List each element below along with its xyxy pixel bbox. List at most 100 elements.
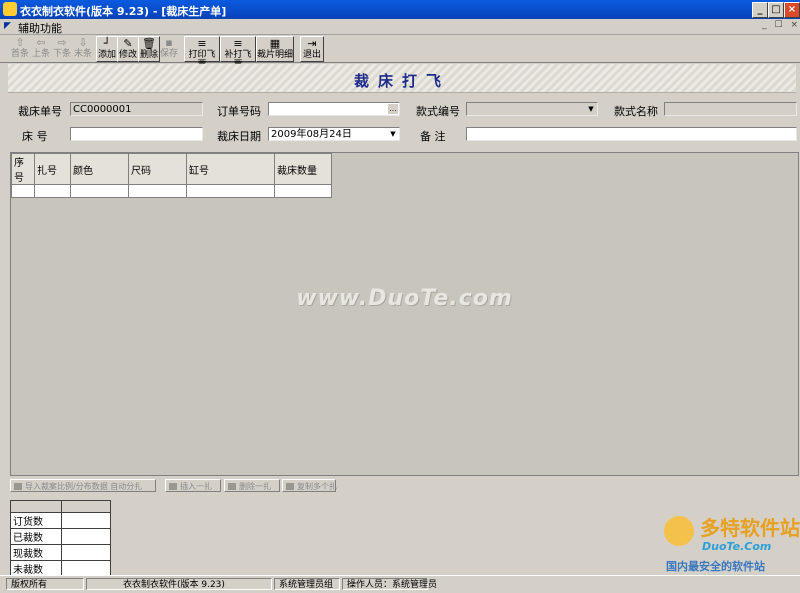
first-record-button[interactable]: ⇧ 首条: [10, 36, 30, 60]
site-logo: 多特软件站 DuoTe.Com 国内最安全的软件站: [660, 510, 800, 574]
down-arrow-icon: ⇩: [78, 36, 88, 49]
delete-icon: 🗑: [142, 37, 156, 50]
edit-icon: ✎: [123, 37, 133, 50]
print-tickets-button[interactable]: ≡打印飞票: [184, 36, 220, 70]
status-operator: 操作人员：系统管理员: [342, 578, 437, 590]
app-icon: [3, 2, 17, 16]
detail-icon: ▦: [269, 37, 281, 50]
left-arrow-icon: ⇦: [36, 36, 46, 49]
button-icon: [14, 483, 22, 490]
menu-app-icon: ◤: [4, 21, 11, 31]
column-header-size[interactable]: 尺码: [128, 153, 187, 185]
grid-cell[interactable]: [11, 184, 35, 198]
next-record-button[interactable]: ⇨ 下条: [52, 36, 72, 60]
order-no-field[interactable]: …: [268, 102, 400, 116]
grid-cell[interactable]: [70, 184, 129, 198]
chevron-down-icon[interactable]: ▼: [586, 104, 596, 114]
mdi-close-button[interactable]: ×: [790, 20, 798, 30]
button-icon: [228, 483, 236, 490]
mdi-minimize-button[interactable]: _: [762, 20, 767, 30]
remark-field[interactable]: [466, 127, 797, 141]
form-title: 裁床打飞: [353, 72, 450, 90]
add-button[interactable]: ┘ 添加: [96, 36, 118, 62]
column-header-bundle[interactable]: 扎号: [34, 153, 71, 185]
last-record-button[interactable]: ⇩ 末条: [73, 36, 93, 60]
button-icon: [286, 483, 294, 490]
reprint-tickets-button[interactable]: ≡补打飞票: [220, 36, 256, 70]
summary-row-ordered: 订货数: [10, 512, 111, 529]
column-header-seq[interactable]: 序号: [11, 153, 35, 185]
chevron-down-icon[interactable]: ▼: [388, 129, 398, 139]
status-bar: 版权所有 衣衣制衣软件(版本 9.23) 系统管理员组 操作人员：系统管理员: [0, 575, 800, 593]
add-icon: ┘: [103, 37, 111, 50]
summary-row-cut: 已裁数: [10, 528, 111, 545]
minimize-button[interactable]: _: [752, 2, 768, 18]
menu-bar: ◤ 辅助功能: [0, 19, 800, 35]
summary-header-row: [10, 500, 111, 513]
site-logo-name: 多特软件站: [700, 516, 800, 540]
cut-no-field: CC0000001: [70, 102, 203, 116]
current-qty-value: [61, 544, 111, 561]
prev-record-button[interactable]: ⇦ 上条: [31, 36, 51, 60]
watermark-text: www.DuoTe.com: [296, 286, 513, 311]
mdi-controls: _ ☐ ×: [757, 20, 798, 30]
bed-no-label: 床 号: [22, 130, 48, 143]
column-header-dye-lot[interactable]: 缸号: [186, 153, 275, 185]
ordered-qty-label: 订货数: [10, 512, 62, 529]
exit-icon: ⇥: [307, 37, 317, 50]
bed-no-field[interactable]: [70, 127, 203, 141]
mascot-icon: [664, 516, 694, 546]
maximize-button[interactable]: □: [768, 2, 784, 18]
grid-cell[interactable]: [274, 184, 332, 198]
style-name-field: [664, 102, 797, 116]
ordered-qty-value: [61, 512, 111, 529]
close-button[interactable]: ×: [784, 2, 800, 18]
cut-qty-label: 已裁数: [10, 528, 62, 545]
insert-bundle-button[interactable]: 插入一扎: [165, 479, 221, 492]
cut-qty-value: [61, 528, 111, 545]
quantity-summary-table: 订货数 已裁数 现裁数 未裁数: [10, 500, 111, 577]
window-title: 衣衣制衣软件(版本 9.23) - [裁床生产单]: [20, 5, 227, 18]
edit-button[interactable]: ✎ 修改: [117, 36, 139, 62]
grid-cell[interactable]: [128, 184, 187, 198]
style-no-label: 款式编号: [416, 105, 460, 118]
column-header-color[interactable]: 颜色: [70, 153, 129, 185]
window-title-bar[interactable]: 衣衣制衣软件(版本 9.23) - [裁床生产单] _ □ ×: [0, 0, 800, 19]
delete-bundle-button[interactable]: 删除一扎: [224, 479, 280, 492]
status-copyright: 版权所有: [6, 578, 84, 590]
cut-bundle-grid[interactable]: 序号 扎号 颜色 尺码 缸号 裁床数量 www.DuoTe.com: [10, 152, 799, 476]
order-no-label: 订单号码: [217, 105, 261, 118]
style-no-select[interactable]: ▼: [466, 102, 598, 116]
grid-table: 序号 扎号 颜色 尺码 缸号 裁床数量: [11, 153, 332, 198]
grid-cell[interactable]: [34, 184, 71, 198]
site-logo-slogan: 国内最安全的软件站: [666, 560, 765, 573]
button-icon: [169, 483, 177, 490]
table-row[interactable]: [11, 184, 332, 198]
order-lookup-button[interactable]: …: [388, 104, 398, 114]
mdi-restore-button[interactable]: ☐: [775, 20, 783, 30]
grid-header-row: 序号 扎号 颜色 尺码 缸号 裁床数量: [11, 153, 332, 185]
current-qty-label: 现裁数: [10, 544, 62, 561]
status-user-group: 系统管理员组: [274, 578, 340, 590]
exit-button[interactable]: ⇥ 退出: [300, 36, 324, 62]
form-banner: 裁床打飞: [8, 64, 796, 93]
remark-label: 备 注: [420, 130, 446, 143]
toolbar: ⇧首条 ⇦上条 ⇨下条 ⇩末条 ┘添加 ✎修改 🗑删除 ▪保存 ≡打印飞票 ≡补…: [0, 35, 800, 70]
column-header-quantity[interactable]: 裁床数量: [274, 153, 332, 185]
up-arrow-icon: ⇧: [15, 36, 25, 49]
delete-button[interactable]: 🗑 删除: [138, 36, 160, 62]
summary-row-current: 现裁数: [10, 544, 111, 561]
right-arrow-icon: ⇨: [57, 36, 67, 49]
cut-detail-button[interactable]: ▦ 裁片明细: [256, 36, 294, 62]
save-icon: ▪: [165, 36, 173, 49]
cut-date-picker[interactable]: 2009年08月24日 ▼: [268, 127, 400, 141]
grid-cell[interactable]: [186, 184, 275, 198]
cut-no-label: 裁床单号: [18, 105, 62, 118]
status-app-version: 衣衣制衣软件(版本 9.23): [86, 578, 272, 590]
menu-assist-functions[interactable]: 辅助功能: [18, 20, 62, 36]
copy-bundles-button[interactable]: 复制多个扎: [282, 479, 337, 492]
import-ratio-button[interactable]: 导入裁案比例/分布数据 自动分扎: [10, 479, 156, 492]
site-logo-url: DuoTe.Com: [702, 540, 772, 553]
save-button[interactable]: ▪ 保存: [159, 36, 179, 60]
style-name-label: 款式名称: [614, 105, 658, 118]
